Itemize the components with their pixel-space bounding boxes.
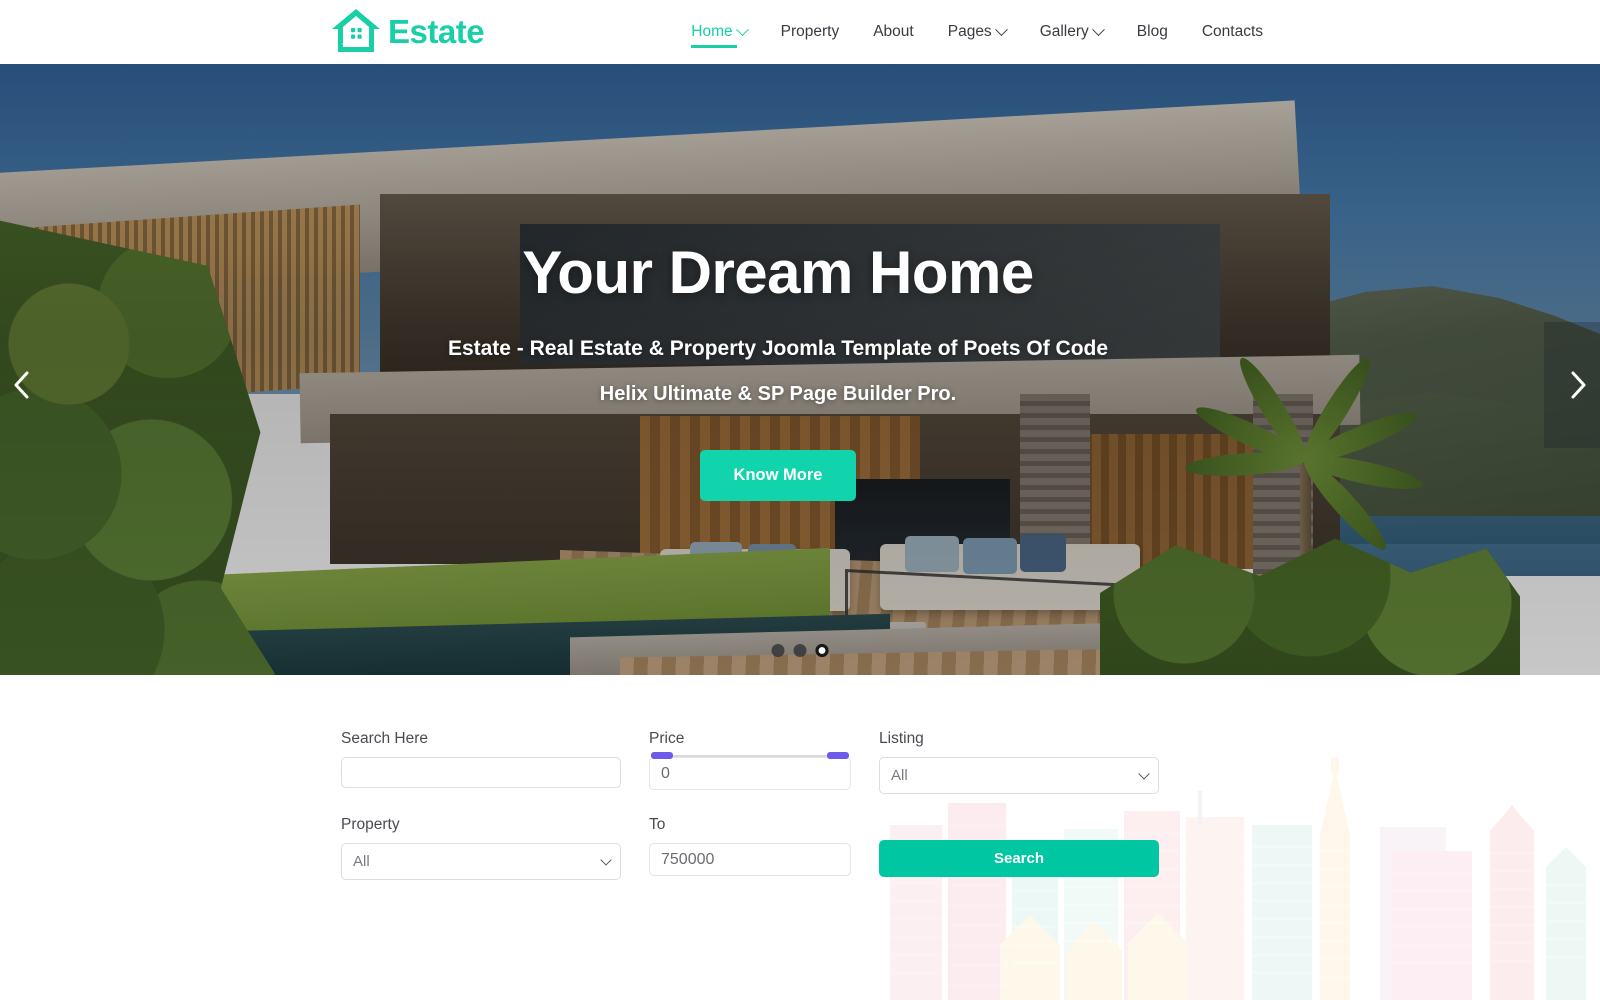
hero-content: Your Dream Home Estate - Real Estate & P…	[0, 64, 1556, 675]
slider-pagination	[771, 644, 829, 657]
nav-label-home: Home	[691, 23, 733, 40]
chevron-down-icon	[1091, 22, 1105, 36]
nav-item-blog[interactable]: Blog	[1120, 0, 1185, 64]
active-indicator	[691, 45, 738, 48]
hero-subtitle-line1: Estate - Real Estate & Property Joomla T…	[447, 337, 1109, 360]
property-select-wrapper: All	[341, 843, 621, 880]
price-to-label: To	[649, 816, 666, 833]
site-header: Estate Home Property About Pages Gallery…	[0, 0, 1600, 64]
nav-label-property: Property	[780, 23, 840, 40]
price-from-input[interactable]	[649, 757, 851, 790]
chevron-down-icon	[994, 22, 1008, 36]
house-chat-icon	[332, 9, 380, 52]
chevron-down-icon	[735, 22, 749, 36]
property-label: Property	[341, 816, 400, 833]
nav-label-gallery: Gallery	[1039, 23, 1089, 40]
nav-item-home[interactable]: Home	[674, 0, 763, 64]
chevron-left-icon	[14, 371, 29, 399]
slider-dot-2[interactable]	[793, 644, 807, 657]
prev-slide-button[interactable]	[0, 359, 44, 411]
chevron-right-icon	[1571, 371, 1586, 399]
brand-logo[interactable]: Estate	[330, 6, 485, 56]
nav-item-property[interactable]: Property	[764, 0, 857, 64]
nav-item-pages[interactable]: Pages	[931, 0, 1023, 64]
nav-label-about: About	[873, 23, 914, 40]
listing-label: Listing	[879, 730, 924, 747]
listing-select-wrapper: All	[879, 757, 1159, 794]
price-min-handle[interactable]	[651, 752, 673, 759]
property-field-group: Property All	[341, 816, 621, 880]
price-label: Price	[649, 730, 685, 747]
know-more-button[interactable]: Know More	[699, 450, 857, 501]
property-search-section: Search Here Price Listing All	[0, 675, 1600, 1000]
nav-item-contacts[interactable]: Contacts	[1185, 0, 1280, 64]
hero-title: Your Dream Home	[522, 239, 1034, 306]
price-slider-track[interactable]	[653, 755, 847, 757]
main-navigation: Home Property About Pages Gallery Blog C…	[674, 0, 1280, 64]
nav-item-gallery[interactable]: Gallery	[1023, 0, 1120, 64]
search-here-field-group: Search Here	[341, 730, 621, 794]
price-to-field-group: To	[649, 816, 851, 880]
listing-select[interactable]: All	[879, 757, 1159, 794]
search-form: Search Here Price Listing All	[341, 730, 1161, 880]
nav-label-blog: Blog	[1136, 23, 1168, 40]
price-range-control	[649, 752, 851, 790]
nav-label-pages: Pages	[947, 23, 992, 40]
search-submit-group: Search	[879, 816, 1159, 880]
property-select[interactable]: All	[341, 843, 621, 880]
price-field-group: Price	[649, 730, 851, 794]
hero-subtitle-line2: Helix Ultimate & SP Page Builder Pro.	[599, 383, 957, 405]
nav-label-contacts: Contacts	[1201, 23, 1263, 40]
price-max-handle[interactable]	[827, 752, 849, 759]
next-slide-button[interactable]	[1556, 359, 1600, 411]
brand-name: Estate	[388, 12, 485, 50]
slider-dot-3[interactable]	[815, 644, 829, 657]
price-to-input[interactable]	[649, 843, 851, 876]
search-button[interactable]: Search	[879, 840, 1159, 877]
hero-slider: Your Dream Home Estate - Real Estate & P…	[0, 64, 1600, 675]
search-input[interactable]	[341, 757, 621, 788]
search-here-label: Search Here	[341, 730, 429, 747]
listing-field-group: Listing All	[879, 730, 1159, 794]
slider-dot-1[interactable]	[771, 644, 785, 657]
nav-item-about[interactable]: About	[856, 0, 931, 64]
